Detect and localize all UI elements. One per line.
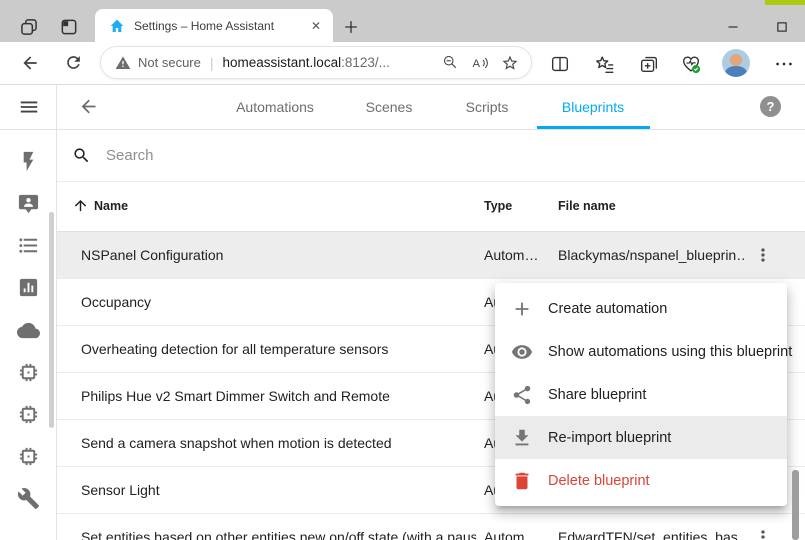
- avatar-face: [730, 54, 742, 66]
- browser-essentials-icon[interactable]: [680, 53, 702, 75]
- avatar-shirt: [725, 66, 747, 77]
- tab-close-icon[interactable]: ✕: [307, 19, 325, 33]
- profile-avatar[interactable]: [722, 49, 750, 77]
- address-divider: |: [210, 55, 214, 71]
- address-path: :8123/...: [341, 55, 390, 70]
- home-assistant-page: Automations Scenes Scripts Blueprints ? …: [0, 85, 805, 540]
- cloud-icon[interactable]: [17, 319, 40, 342]
- row-name: Occupancy: [81, 294, 151, 310]
- assist-icon[interactable]: [17, 192, 40, 215]
- menu-item-share-blueprint[interactable]: Share blueprint: [495, 373, 787, 416]
- chip-icon[interactable]: [17, 445, 40, 468]
- download-icon: [511, 427, 533, 449]
- row-overflow-menu-icon[interactable]: [753, 527, 773, 540]
- browser-tab[interactable]: Settings – Home Assistant ✕: [95, 9, 333, 42]
- row-type: Autom…: [484, 529, 548, 540]
- menu-icon[interactable]: [18, 96, 41, 119]
- favorites-hub-icon[interactable]: [594, 53, 616, 75]
- favorite-star-icon[interactable]: [501, 54, 519, 72]
- flash-icon[interactable]: [17, 150, 40, 173]
- eye-icon: [511, 341, 533, 363]
- security-label: Not secure: [138, 55, 201, 70]
- row-file: EdwardTFN/set_entities_bas…: [558, 529, 746, 540]
- address-host: homeassistant.local: [223, 55, 342, 70]
- menu-item-show-automations[interactable]: Show automations using this blueprint: [495, 330, 787, 373]
- split-screen-icon[interactable]: [549, 53, 571, 75]
- collections-icon[interactable]: [638, 53, 660, 75]
- menu-item-label: Delete blueprint: [548, 473, 650, 489]
- tab-automations[interactable]: Automations: [236, 85, 314, 129]
- menu-item-label: Show automations using this blueprint: [548, 344, 792, 360]
- row-name: Send a camera snapshot when motion is de…: [81, 435, 392, 451]
- blueprint-context-menu: Create automation Show automations using…: [495, 283, 787, 506]
- wrench-icon[interactable]: [17, 487, 40, 510]
- menu-item-delete-blueprint[interactable]: Delete blueprint: [495, 459, 787, 502]
- page-scrollbar[interactable]: [792, 470, 799, 540]
- minimize-icon[interactable]: [722, 17, 744, 37]
- row-overflow-menu-icon[interactable]: [753, 245, 773, 265]
- row-name: Philips Hue v2 Smart Dimmer Switch and R…: [81, 388, 390, 404]
- edge-browser-window: { "browser": { "tab_title": "Settings – …: [0, 0, 805, 540]
- desktop-accent-strip: [765, 0, 805, 5]
- tab-blueprints[interactable]: Blueprints: [562, 85, 624, 129]
- header-type[interactable]: Type: [484, 199, 512, 213]
- row-name: Overheating detection for all temperatur…: [81, 341, 388, 357]
- chip-icon[interactable]: [17, 403, 40, 426]
- tab-title: Settings – Home Assistant: [134, 19, 307, 33]
- menu-item-create-automation[interactable]: Create automation: [495, 287, 787, 330]
- table-header: Name Type File name: [57, 182, 805, 232]
- address-bar[interactable]: Not secure | homeassistant.local:8123/..…: [100, 46, 532, 79]
- home-assistant-favicon: [109, 18, 125, 34]
- browser-toolbar: Not secure | homeassistant.local:8123/..…: [0, 42, 805, 85]
- header-file-name[interactable]: File name: [558, 199, 616, 213]
- history-chart-icon[interactable]: [17, 276, 40, 299]
- row-name: Set entities based on other entities new…: [81, 529, 476, 540]
- more-options-icon[interactable]: [773, 53, 795, 75]
- chip-icon[interactable]: [17, 361, 40, 384]
- ha-sidebar: [0, 85, 57, 540]
- warning-icon: [115, 55, 131, 71]
- menu-item-reimport-blueprint[interactable]: Re-import blueprint: [495, 416, 787, 459]
- browser-titlebar: Settings – Home Assistant ✕: [0, 0, 805, 42]
- svg-text:A: A: [473, 57, 481, 69]
- tab-scripts[interactable]: Scripts: [466, 85, 509, 129]
- table-row[interactable]: NSPanel Configuration Autom… Blackymas/n…: [57, 232, 805, 279]
- row-file: Blackymas/nspanel_blueprin…: [558, 247, 746, 263]
- active-tab-underline: [537, 126, 650, 129]
- tab-scenes[interactable]: Scenes: [366, 85, 413, 129]
- search-row: [57, 130, 805, 182]
- delete-icon: [511, 470, 533, 492]
- read-aloud-icon[interactable]: A: [471, 54, 489, 72]
- menu-item-label: Re-import blueprint: [548, 430, 671, 446]
- sort-arrow-up-icon[interactable]: [72, 197, 89, 214]
- menu-item-label: Share blueprint: [548, 387, 646, 403]
- vertical-tabs-icon[interactable]: [59, 17, 79, 37]
- menu-item-label: Create automation: [548, 301, 667, 317]
- share-icon: [511, 384, 533, 406]
- ha-back-icon[interactable]: [78, 96, 99, 117]
- search-input[interactable]: [104, 146, 608, 165]
- sidebar-scrollbar[interactable]: [49, 212, 54, 428]
- zoom-out-icon[interactable]: [442, 54, 459, 71]
- header-name[interactable]: Name: [94, 199, 128, 213]
- plus-icon: [511, 298, 533, 320]
- table-row[interactable]: Set entities based on other entities new…: [57, 514, 805, 540]
- help-icon[interactable]: ?: [760, 96, 781, 117]
- back-icon[interactable]: [20, 53, 40, 73]
- search-icon: [72, 146, 91, 165]
- refresh-icon[interactable]: [64, 53, 84, 73]
- maximize-icon[interactable]: [771, 17, 793, 37]
- row-type: Autom…: [484, 247, 548, 263]
- row-name: Sensor Light: [81, 482, 160, 498]
- row-name: NSPanel Configuration: [81, 247, 223, 263]
- workspaces-icon[interactable]: [19, 17, 39, 37]
- new-tab-icon[interactable]: [341, 17, 361, 37]
- todo-list-icon[interactable]: [17, 234, 40, 257]
